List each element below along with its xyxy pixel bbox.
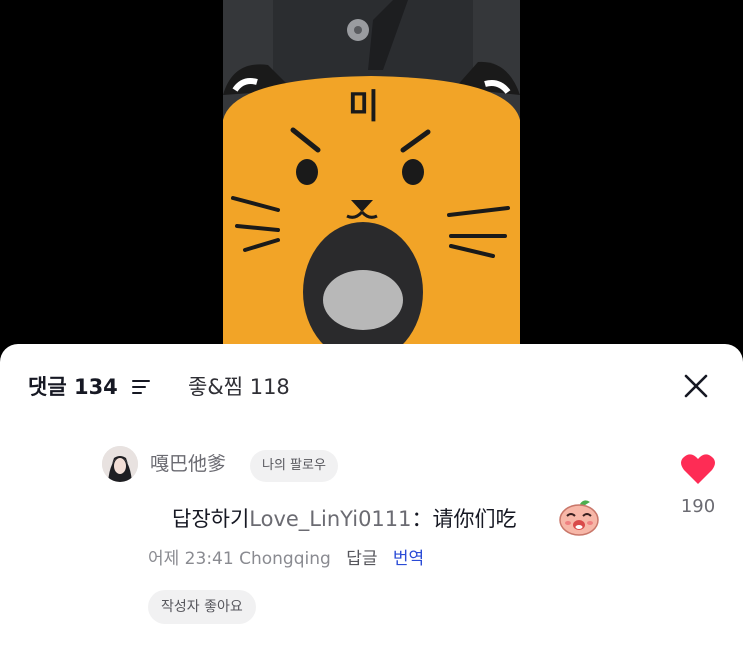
avatar[interactable]	[102, 446, 138, 482]
peach-face-emoji-icon	[559, 500, 599, 536]
comment-text: 답장하기Love_LinYi0111：请你们吃	[172, 504, 517, 534]
video-frame-image: 미	[223, 0, 520, 360]
avatar-image	[102, 446, 138, 482]
translate-button[interactable]: 번역	[393, 549, 424, 569]
comment-time: 어제 23:41	[148, 549, 234, 569]
video-player[interactable]: 미	[223, 0, 520, 360]
mention-link[interactable]: Love_LinYi0111	[249, 507, 411, 531]
tab-comments[interactable]: 댓글 134	[28, 372, 118, 402]
tab-comments-label: 댓글	[28, 375, 67, 399]
like-count: 190	[680, 496, 716, 517]
tab-likes-label: 좋&찜	[188, 375, 244, 399]
close-icon[interactable]	[680, 370, 712, 402]
author-liked-badge: 작성자 좋아요	[148, 590, 256, 624]
plush-face-text: 미	[348, 87, 379, 127]
video-background: 미	[0, 0, 743, 360]
reply-separator: ：	[411, 507, 433, 531]
follow-badge: 나의 팔로우	[250, 450, 338, 482]
tab-likes[interactable]: 좋&찜 118	[188, 372, 290, 402]
tab-comments-count: 134	[73, 375, 118, 399]
sort-icon[interactable]	[130, 377, 152, 397]
comment-message: 请你们吃	[432, 507, 517, 531]
comment-meta: 어제 23:41 Chongqing 답글 번역	[148, 545, 424, 573]
tab-likes-count: 118	[249, 375, 290, 399]
comment-location: Chongqing	[239, 549, 331, 569]
heart-icon[interactable]	[680, 452, 716, 486]
reply-button[interactable]: 답글	[346, 549, 377, 569]
comment-username[interactable]: 嘎巴他爹	[150, 450, 226, 478]
reply-prefix: 답장하기	[172, 507, 250, 531]
